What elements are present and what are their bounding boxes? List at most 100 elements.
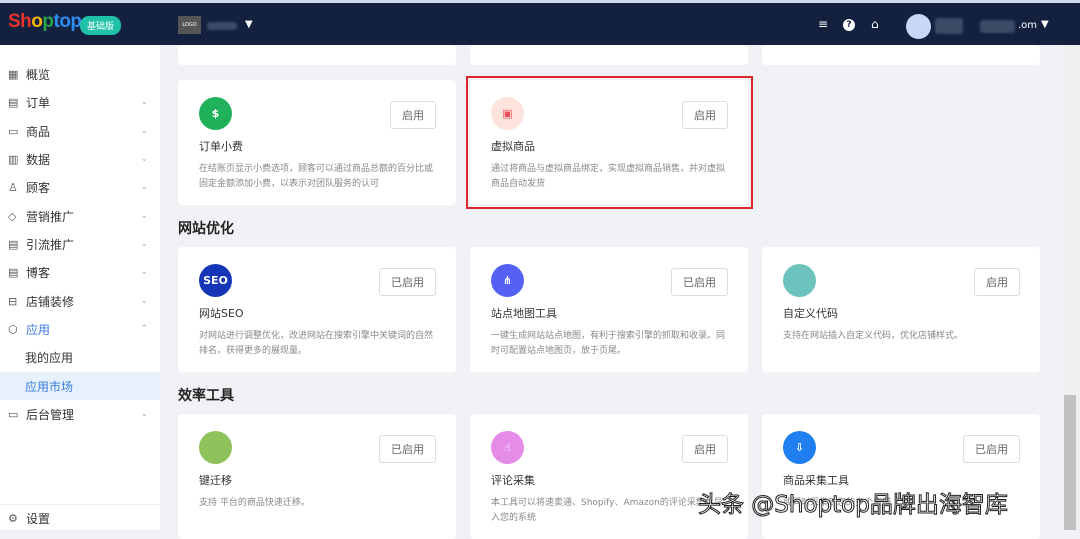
app-title: 订单小费 <box>199 140 243 153</box>
label: 订单 <box>26 95 51 110</box>
label: 店铺装修 <box>26 294 75 309</box>
sidebar-item-settings[interactable]: ⚙ 设置 <box>0 504 160 532</box>
scrollbar-thumb[interactable] <box>1064 395 1076 530</box>
label: 营销推广 <box>26 209 75 224</box>
chevron-down-icon: ⌄ <box>140 409 148 419</box>
sidebar-item-orders[interactable]: ▤ 订单 ⌄ <box>0 88 160 116</box>
sidebar-item-app-market[interactable]: 应用市场 <box>0 372 160 400</box>
app-icon: ⬡ <box>8 322 18 336</box>
label: 设置 <box>26 512 51 526</box>
plan-badge: 基础版 <box>80 16 122 35</box>
app-description: 在结账页显示小费选项，顾客可以通过商品总额的百分比或固定金额添加小费，以表示对团… <box>199 164 434 189</box>
app-card[interactable]: ⋔ 已启用 站点地图工具 一键生成网站站点地图，有利于搜索引擎的抓取和收录。同时… <box>470 247 748 372</box>
enable-button[interactable]: 启用 <box>974 268 1020 296</box>
sidebar-item-traffic[interactable]: ▤ 引流推广 ⌄ <box>0 230 160 258</box>
section-heading-seo: 网站优化 <box>178 221 234 237</box>
sidebar-item-my-apps[interactable]: 我的应用 <box>0 343 160 371</box>
home-icon[interactable]: ⌂ <box>871 17 879 31</box>
top-header: Shoptop 基础版 LOGO ▼ ≡ ? ⌂ .om ▼ <box>0 0 1080 45</box>
app-icon <box>783 264 816 297</box>
label: 引流推广 <box>26 237 75 252</box>
app-card[interactable]: ⇩ 已启用 商品采集工具 或同时采集到您的多个店铺 <box>762 414 1040 539</box>
chevron-down-icon: ⌄ <box>140 239 148 249</box>
app-card-partial <box>762 45 1040 65</box>
help-icon[interactable]: ? <box>843 19 855 31</box>
order-icon: ▤ <box>8 95 19 109</box>
app-icon: SEO <box>199 264 232 297</box>
sidebar-item-marketing[interactable]: ◇ 营销推广 ⌄ <box>0 202 160 230</box>
chevron-down-icon: ⌄ <box>140 182 148 192</box>
account-blurred <box>980 20 1015 33</box>
app-card[interactable]: $ 启用 订单小费 在结账页显示小费选项，顾客可以通过商品总额的百分比或固定金额… <box>178 80 456 205</box>
store-icon: ⊟ <box>8 294 18 308</box>
dashboard-icon: ▦ <box>8 67 19 81</box>
label: 数据 <box>26 152 51 167</box>
chevron-up-icon: ⌃ <box>140 324 148 334</box>
app-title: 评论采集 <box>491 474 535 487</box>
sidebar-item-store-design[interactable]: ⊟ 店铺装修 ⌄ <box>0 287 160 315</box>
label: 商品 <box>26 124 51 139</box>
sidebar-item-products[interactable]: ▭ 商品 ⌄ <box>0 117 160 145</box>
sidebar-item-overview[interactable]: ▦ 概览 <box>0 60 160 88</box>
sidebar: ▦ 概览 ▤ 订单 ⌄ ▭ 商品 ⌄ ▥ 数据 ⌄ ♙ 顾客 ⌄ ◇ 营销推广 ⌄ ▤ 引流推广 ⌄ ▤ 博… <box>0 45 160 530</box>
tag-icon: ◇ <box>8 209 17 223</box>
enable-button[interactable]: 启用 <box>390 101 436 129</box>
chevron-down-icon: ⌄ <box>140 211 148 221</box>
account-dropdown-icon[interactable]: ▼ <box>1041 19 1049 30</box>
label: 后台管理 <box>26 407 75 422</box>
store-logo[interactable]: LOGO <box>178 16 201 34</box>
chevron-down-icon: ⌄ <box>140 126 148 136</box>
product-icon: ▭ <box>8 124 19 138</box>
chevron-down-icon: ⌄ <box>140 97 148 107</box>
chevron-down-icon: ⌄ <box>140 296 148 306</box>
avatar[interactable] <box>906 14 931 39</box>
label: 博客 <box>26 265 51 280</box>
app-icon <box>199 431 232 464</box>
enable-button[interactable]: 已启用 <box>963 435 1020 463</box>
chevron-down-icon: ⌄ <box>140 154 148 164</box>
app-icon: $ <box>199 97 232 130</box>
sidebar-item-admin[interactable]: ▭ 后台管理 ⌄ <box>0 400 160 428</box>
chevron-down-icon: ⌄ <box>140 267 148 277</box>
app-icon: ⇩ <box>783 431 816 464</box>
store-name-blurred <box>207 22 237 30</box>
folder-icon: ▭ <box>8 407 19 421</box>
app-card[interactable]: SEO 已启用 网站SEO 对网站进行调整优化，改进网站在搜索引擎中关键词的自然… <box>178 247 456 372</box>
sidebar-item-blog[interactable]: ▤ 博客 ⌄ <box>0 258 160 286</box>
sidebar-item-apps[interactable]: ⬡ 应用 ⌃ <box>0 315 160 343</box>
highlight-box <box>466 76 753 209</box>
enable-button[interactable]: 启用 <box>682 435 728 463</box>
sidebar-item-customers[interactable]: ♙ 顾客 ⌄ <box>0 173 160 201</box>
traffic-icon: ▤ <box>8 237 19 251</box>
app-icon: ⋔ <box>491 264 524 297</box>
account-blurred <box>935 18 963 34</box>
app-title: 自定义代码 <box>783 307 838 320</box>
enable-button[interactable]: 已启用 <box>379 268 436 296</box>
database-icon[interactable]: ≡ <box>818 17 828 31</box>
enable-button[interactable]: 已启用 <box>379 435 436 463</box>
app-description: 一键生成网站站点地图，有利于搜索引擎的抓取和收录。同时可配置站点地图页，放于页尾… <box>491 331 726 356</box>
shoptop-logo[interactable]: Shoptop <box>8 11 82 33</box>
section-heading-efficiency: 效率工具 <box>178 388 234 404</box>
account-name[interactable]: .om <box>1018 20 1037 31</box>
app-title: 网站SEO <box>199 307 244 320</box>
gear-icon: ⚙ <box>8 512 18 525</box>
sidebar-item-data[interactable]: ▥ 数据 ⌄ <box>0 145 160 173</box>
app-card-partial <box>470 45 748 65</box>
app-description: 支持 平台的商品快速迁移。 <box>199 498 310 508</box>
blog-icon: ▤ <box>8 265 19 279</box>
store-dropdown-icon[interactable]: ▼ <box>245 19 253 30</box>
app-card[interactable]: 启用 自定义代码 支持在网站插入自定义代码，优化店铺样式。 <box>762 247 1040 372</box>
app-card[interactable]: ☝ 启用 评论采集 本工具可以将速卖通、Shopify、Amazon的评论采集并… <box>470 414 748 539</box>
app-description: 对网站进行调整优化，改进网站在搜索引擎中关键词的自然排名，获得更多的展现量。 <box>199 331 434 356</box>
app-title: 站点地图工具 <box>491 307 557 320</box>
app-description: 本工具可以将速卖通、Shopify、Amazon的评论采集并导入您的系统 <box>491 498 723 523</box>
watermark: 头条 @Shoptop品牌出海智库 <box>698 492 1009 519</box>
label: 应用 <box>26 322 51 337</box>
enable-button[interactable]: 已启用 <box>671 268 728 296</box>
app-icon: ☝ <box>491 431 524 464</box>
chart-icon: ▥ <box>8 152 19 166</box>
app-description: 支持在网站插入自定义代码，优化店铺样式。 <box>783 331 964 341</box>
user-icon: ♙ <box>8 180 18 194</box>
app-card[interactable]: 已启用 键迁移 支持 平台的商品快速迁移。 <box>178 414 456 539</box>
